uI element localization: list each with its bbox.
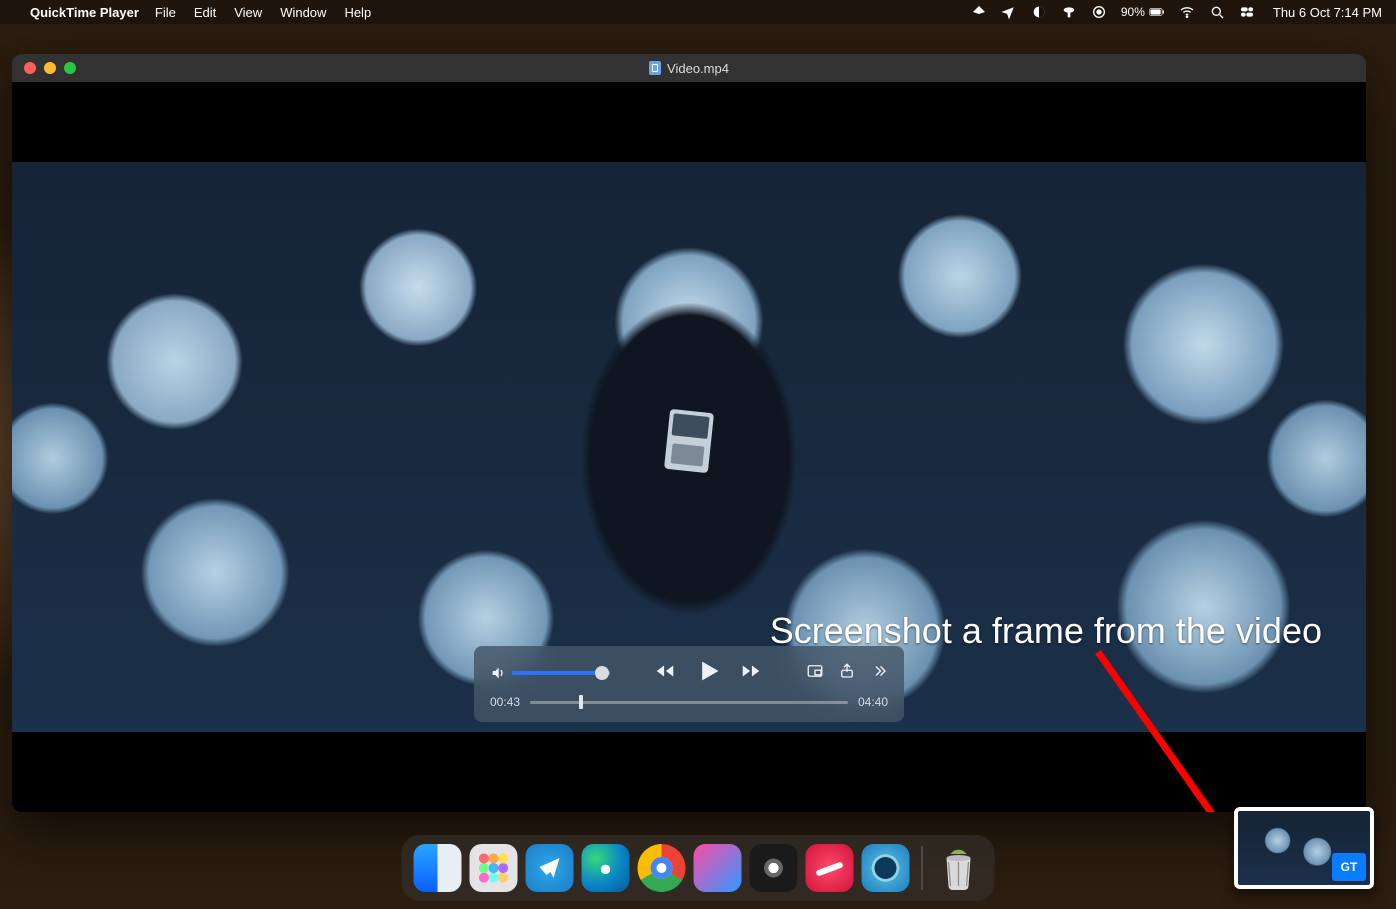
volume-control[interactable] [490,665,610,681]
transport-controls [610,657,806,690]
dock-app-edge[interactable] [582,844,630,892]
screenshot-floating-thumbnail[interactable]: GT [1234,807,1374,889]
menu-edit[interactable]: Edit [194,5,216,20]
picture-in-picture-button[interactable] [806,662,824,685]
screen-record-icon[interactable] [1091,4,1107,20]
location-icon[interactable] [1001,4,1017,20]
window-title: Video.mp4 [12,61,1366,76]
vehicle-in-frame [664,409,714,473]
window-title-text: Video.mp4 [667,61,729,76]
playback-controls-hud: 00:43 04:40 [474,646,904,722]
quick-note-icon[interactable] [971,4,987,20]
dock-app-chrome[interactable] [638,844,686,892]
dock-app-telegram[interactable] [526,844,574,892]
document-icon [649,61,661,75]
menu-file[interactable]: File [155,5,176,20]
battery-pct-label: 90% [1121,5,1145,19]
volume-icon [490,665,506,681]
volume-slider-track[interactable] [512,671,610,675]
wifi-icon[interactable] [1179,4,1195,20]
more-options-button[interactable] [870,662,888,685]
window-fullscreen-button[interactable] [64,62,76,74]
menubar-datetime[interactable]: Thu 6 Oct 7:14 PM [1273,5,1382,20]
share-button[interactable] [838,662,856,685]
contrast-icon[interactable] [1031,4,1047,20]
dock [402,835,995,901]
battery-status[interactable]: 90% [1121,4,1165,20]
window-traffic-lights [24,62,76,74]
dock-app-shottr[interactable] [694,844,742,892]
volume-slider-thumb[interactable] [595,666,609,680]
rewind-button[interactable] [654,660,676,687]
timeline-slider[interactable] [530,701,848,704]
window-close-button[interactable] [24,62,36,74]
control-center-icon[interactable] [1239,4,1255,20]
menu-view[interactable]: View [234,5,262,20]
current-time-label: 00:43 [490,695,520,709]
window-minimize-button[interactable] [44,62,56,74]
dock-app-screen-recorder[interactable] [750,844,798,892]
window-titlebar[interactable]: Video.mp4 [12,54,1366,82]
video-viewport[interactable]: Screenshot a frame from the video [12,82,1366,812]
dock-app-finder[interactable] [414,844,462,892]
cleanup-icon[interactable] [1061,4,1077,20]
duration-label: 04:40 [858,695,888,709]
menubar: QuickTime Player File Edit View Window H… [0,0,1396,24]
dock-app-snagit[interactable] [806,844,854,892]
menubar-app-name[interactable]: QuickTime Player [30,5,139,20]
menu-window[interactable]: Window [280,5,326,20]
spotlight-icon[interactable] [1209,4,1225,20]
play-button[interactable] [694,657,722,690]
dock-app-launchpad[interactable] [470,844,518,892]
timeline-thumb[interactable] [579,695,583,709]
quicktime-window: Video.mp4 Screenshot a frame from the vi… [12,54,1366,812]
dock-separator [922,846,923,890]
volume-slider-fill [512,671,602,675]
screenshot-thumbnail-badge: GT [1332,853,1366,881]
dock-trash[interactable] [935,844,983,892]
menu-help[interactable]: Help [344,5,371,20]
menubar-status-area: 90% Thu 6 Oct 7:14 PM [971,4,1382,20]
forward-button[interactable] [740,660,762,687]
dock-app-quicktime[interactable] [862,844,910,892]
